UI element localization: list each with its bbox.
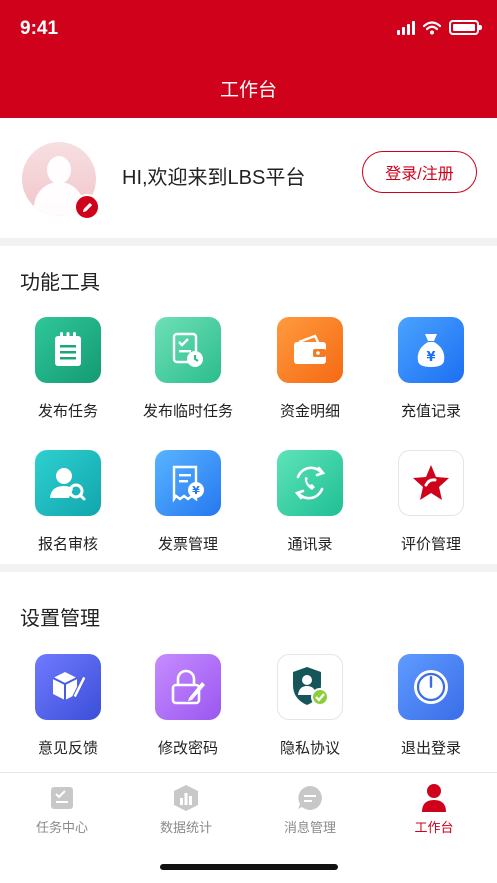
workbench-user-icon (419, 783, 449, 813)
edit-avatar-button[interactable] (74, 194, 100, 220)
tab-label: 任务中心 (35, 820, 88, 835)
settings-item-change-password[interactable]: 修改密码 (126, 654, 250, 758)
tool-item-publish-task[interactable]: 发布任务 (6, 317, 130, 421)
lock-edit-icon (155, 654, 221, 720)
money-bag-icon: ¥ (398, 317, 464, 383)
battery-icon (449, 20, 482, 35)
message-icon (295, 783, 325, 813)
user-search-icon (35, 450, 101, 516)
tool-label: 报名审核 (37, 536, 98, 553)
tab-messages[interactable]: 消息管理 (248, 783, 372, 836)
settings-label: 修改密码 (157, 740, 218, 757)
settings-section: 设置管理 意见反馈 修改密码 隐私协议 退出登录 (0, 572, 497, 772)
status-icons (397, 20, 482, 35)
svg-text:¥: ¥ (426, 350, 435, 365)
settings-label: 隐私协议 (279, 740, 340, 757)
tool-label: 发布任务 (37, 403, 98, 420)
tab-task-center[interactable]: 任务中心 (0, 783, 124, 836)
login-register-button[interactable]: 登录/注册 (362, 151, 477, 193)
section-title: 设置管理 (20, 608, 100, 630)
section-title: 功能工具 (20, 272, 100, 294)
tab-statistics[interactable]: 数据统计 (124, 783, 248, 836)
statistics-icon (171, 783, 201, 813)
signal-icon (397, 20, 415, 35)
wallet-icon (277, 317, 343, 383)
top-header: 9:41 工作台 (0, 0, 497, 118)
privacy-shield-icon (277, 654, 343, 720)
tools-section: 功能工具 发布任务 发布临时任务 资金明细 ¥ 充值记录 报名审核 ¥ 发票管理… (0, 246, 497, 564)
home-indicator (160, 864, 338, 870)
phone-sync-icon (277, 450, 343, 516)
status-time: 9:41 (20, 18, 59, 39)
power-icon (398, 654, 464, 720)
star-icon (398, 450, 464, 516)
tool-item-recharge-record[interactable]: ¥ 充值记录 (369, 317, 493, 421)
task-center-icon (47, 783, 77, 813)
tool-item-invoice[interactable]: ¥ 发票管理 (126, 450, 250, 554)
tab-label: 工作台 (414, 820, 454, 835)
tool-item-signup-review[interactable]: 报名审核 (6, 450, 130, 554)
notepad-icon (35, 317, 101, 383)
settings-item-feedback[interactable]: 意见反馈 (6, 654, 130, 758)
page-title: 工作台 (219, 80, 277, 101)
profile-card: HI,欢迎来到LBS平台 登录/注册 (0, 118, 497, 238)
task-clock-icon (155, 317, 221, 383)
svg-text:¥: ¥ (192, 484, 200, 497)
wifi-icon (423, 20, 441, 34)
pencil-icon (82, 202, 92, 212)
tool-item-contacts[interactable]: 通讯录 (248, 450, 372, 554)
tool-label: 充值记录 (400, 403, 461, 420)
tool-item-fund-details[interactable]: 资金明细 (248, 317, 372, 421)
tool-label: 评价管理 (400, 536, 461, 553)
tool-label: 通讯录 (287, 536, 333, 553)
settings-item-privacy[interactable]: 隐私协议 (248, 654, 372, 758)
tab-workbench[interactable]: 工作台 (372, 783, 496, 836)
tool-label: 资金明细 (279, 403, 340, 420)
invoice-icon: ¥ (155, 450, 221, 516)
tab-label: 数据统计 (159, 820, 212, 835)
tool-label: 发票管理 (157, 536, 218, 553)
tab-label: 消息管理 (283, 820, 336, 835)
settings-item-logout[interactable]: 退出登录 (369, 654, 493, 758)
feedback-cube-icon (35, 654, 101, 720)
tool-label: 发布临时任务 (142, 403, 233, 420)
tool-item-reviews[interactable]: 评价管理 (369, 450, 493, 554)
tool-item-publish-temp-task[interactable]: 发布临时任务 (126, 317, 250, 421)
settings-label: 退出登录 (400, 740, 461, 757)
welcome-text: HI,欢迎来到LBS平台 (122, 167, 306, 189)
settings-label: 意见反馈 (37, 740, 98, 757)
